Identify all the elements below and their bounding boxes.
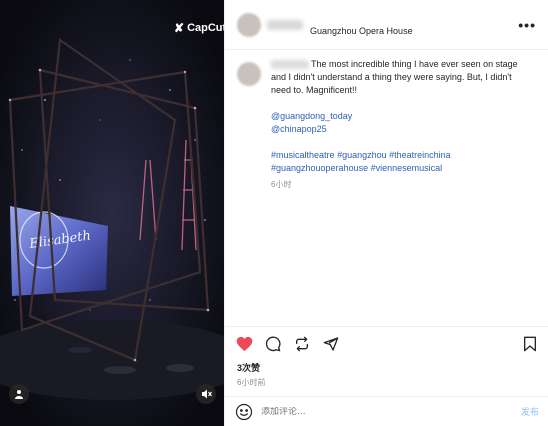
capcut-watermark: ✘ CapCut (174, 21, 224, 35)
hashtags-list: #musicaltheatre #guangzhou #theatreinchi… (271, 149, 531, 175)
repost-icon[interactable] (293, 335, 311, 353)
emoji-icon[interactable] (235, 403, 253, 421)
comment-icon[interactable] (264, 335, 282, 353)
caption-avatar[interactable] (237, 62, 261, 86)
watermark-label: CapCut (187, 22, 224, 34)
likes-count[interactable]: 3次赞 (225, 361, 548, 374)
mention-link[interactable]: @guangdong_today (271, 110, 531, 123)
mentions-list: @guangdong_today @chinapop25 (271, 110, 531, 136)
video-frame: Elisabeth (0, 0, 224, 426)
post-location[interactable]: Guangzhou Opera House (310, 26, 413, 36)
publish-button[interactable]: 发布 (521, 405, 539, 418)
action-bar (225, 327, 548, 361)
comment-bar: 发布 (225, 396, 548, 426)
post-header: Guangzhou Opera House ••• (225, 0, 548, 50)
mute-icon[interactable] (196, 384, 216, 404)
mention-link[interactable]: @chinapop25 (271, 123, 531, 136)
post-panel: Guangzhou Opera House ••• The most incre… (224, 0, 548, 426)
action-section: 3次赞 6小时前 (225, 326, 548, 388)
author-name-redacted[interactable] (267, 19, 303, 30)
caption-author-redacted[interactable] (271, 60, 309, 70)
author-avatar[interactable] (237, 12, 261, 37)
share-icon[interactable] (322, 335, 340, 353)
caption-body: The most incredible thing I have ever se… (271, 58, 531, 191)
post-media[interactable]: Elisabeth ✘ CapCut (0, 0, 224, 426)
user-tag-icon[interactable] (9, 384, 29, 404)
save-icon[interactable] (521, 335, 539, 353)
hashtag-link[interactable]: #viennesemusical (371, 163, 443, 173)
hashtag-link[interactable]: #theatreinchina (389, 150, 451, 160)
hashtag-link[interactable]: #guangzhouoperahouse (271, 163, 368, 173)
more-horizontal-icon[interactable]: ••• (518, 17, 536, 33)
post-caption: The most incredible thing I have ever se… (225, 50, 548, 191)
capcut-logo-icon: ✘ (174, 21, 185, 35)
heart-filled-icon[interactable] (235, 335, 253, 353)
post-timestamp: 6小时前 (237, 378, 266, 387)
hashtag-link[interactable]: #guangzhou (337, 150, 387, 160)
caption-text-block: The most incredible thing I have ever se… (271, 58, 531, 97)
caption-time: 6小时 (271, 180, 292, 189)
comment-input[interactable] (261, 406, 521, 417)
hashtag-link[interactable]: #musicaltheatre (271, 150, 335, 160)
